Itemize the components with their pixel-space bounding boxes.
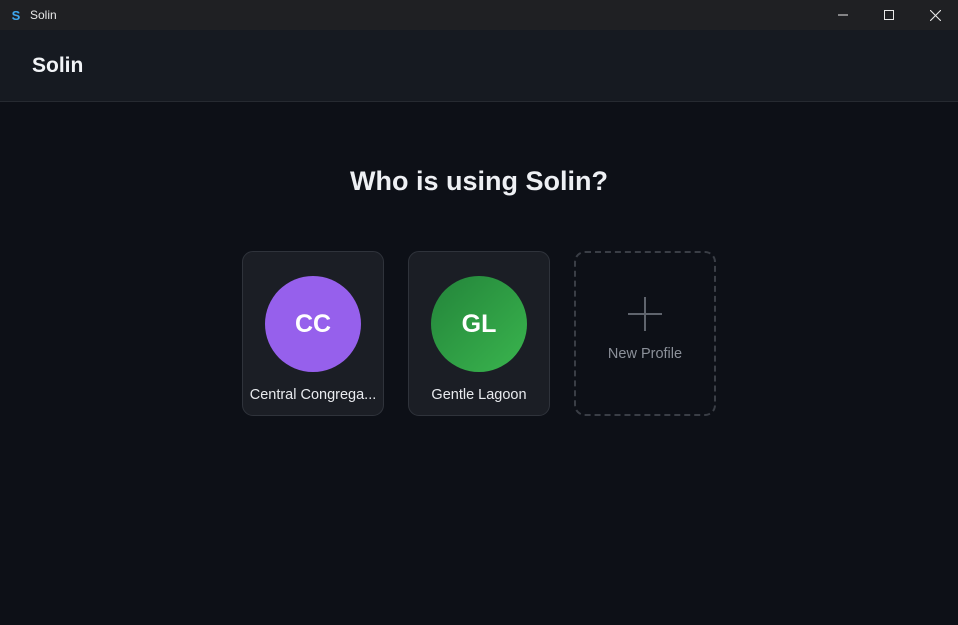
window-title: Solin [30,8,57,22]
new-profile-button[interactable]: New Profile [574,251,716,416]
close-icon [929,9,941,21]
profile-list: CC Central Congrega... GL Gentle Lagoon … [242,251,716,416]
profile-name: Central Congrega... [249,387,377,403]
minimize-icon [838,14,848,16]
new-profile-label: New Profile [607,345,683,362]
profile-card-cc[interactable]: CC Central Congrega... [242,251,384,416]
avatar: GL [431,276,527,372]
app-logo-icon: S [11,7,21,23]
profile-name: Gentle Lagoon [431,387,527,403]
app-header: Solin [0,30,958,102]
maximize-icon [884,10,894,20]
maximize-button[interactable] [866,0,912,30]
profile-selection: Who is using Solin? CC Central Congrega.… [0,102,958,625]
plus-icon [628,296,662,331]
brand-title: Solin [32,53,84,77]
window-controls [820,0,958,30]
close-button[interactable] [912,0,958,30]
app-window: S Solin Solin Who is using Solin? CC Cen… [0,0,958,625]
avatar: CC [265,276,361,372]
page-title: Who is using Solin? [350,166,608,196]
minimize-button[interactable] [820,0,866,30]
profile-card-gl[interactable]: GL Gentle Lagoon [408,251,550,416]
title-bar[interactable]: S Solin [0,0,958,30]
